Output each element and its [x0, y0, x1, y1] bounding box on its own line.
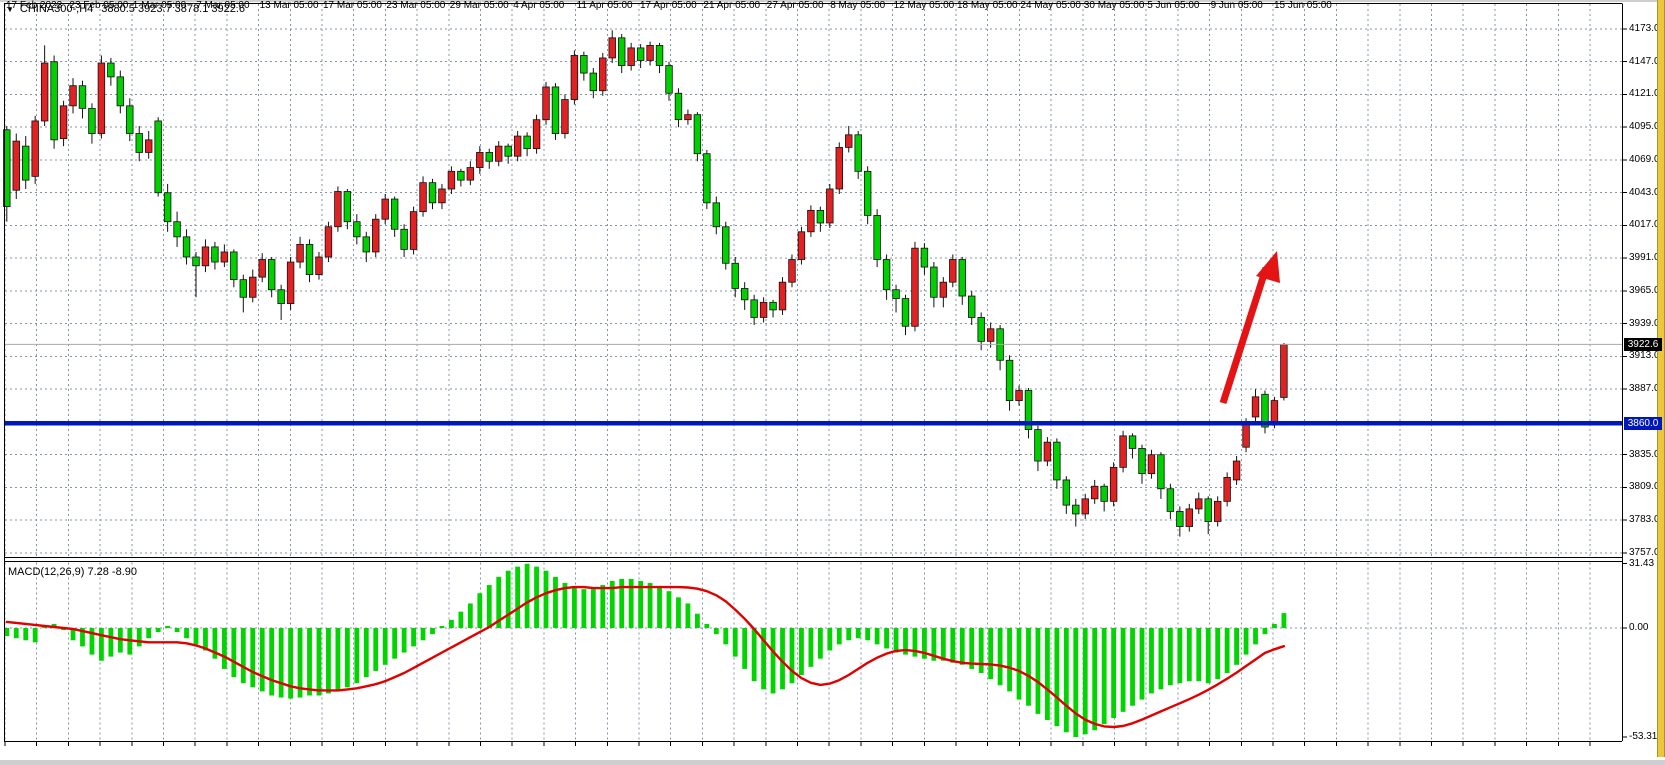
bullish-arrow-annotation[interactable] — [1223, 251, 1280, 403]
price-axis-label: 4095.0 — [1629, 121, 1660, 133]
candle-wicks — [7, 30, 1284, 536]
time-axis-label: 29 Mar 05:00 — [450, 0, 509, 12]
price-axis-label: 3913.0 — [1629, 350, 1660, 362]
time-axis-label: 23 Mar 05:00 — [386, 0, 445, 12]
axis-tick-marks — [5, 29, 1627, 746]
current-price-badge: 3922.6 — [1624, 338, 1662, 351]
time-axis-label: 17 Mar 05:00 — [323, 0, 382, 12]
window-bottom-edge — [0, 760, 1665, 765]
price-axis-label: 3835.0 — [1629, 449, 1660, 461]
macd-axis-label: 31.43 — [1629, 558, 1654, 570]
time-axis-label: 27 Apr 05:00 — [767, 0, 824, 12]
chart-canvas[interactable] — [0, 0, 1665, 765]
time-axis-label: 13 Mar 05:00 — [260, 0, 319, 12]
macd-histogram — [4, 564, 1286, 737]
time-axis-label: 5 Jun 05:00 — [1147, 0, 1199, 12]
macd-indicator-label: MACD(12,26,9) 7.28 -8.90 — [8, 566, 137, 578]
time-axis-label: 24 May 05:00 — [1020, 0, 1081, 12]
grid-lines — [5, 4, 1622, 741]
time-axis-label: 30 May 05:00 — [1084, 0, 1145, 12]
price-axis-label: 4043.0 — [1629, 187, 1660, 199]
time-axis-label: 12 May 05:00 — [894, 0, 955, 12]
price-axis-label: 3783.0 — [1629, 514, 1660, 526]
price-axis-label: 4069.0 — [1629, 154, 1660, 166]
time-axis-label: 15 Jun 05:00 — [1274, 0, 1332, 12]
time-axis-label: 18 May 05:00 — [957, 0, 1018, 12]
price-axis-label: 4121.0 — [1629, 88, 1660, 100]
price-axis-label: 4147.0 — [1629, 56, 1660, 68]
time-axis-label: 9 Jun 05:00 — [1211, 0, 1263, 12]
horizontal-line-price-badge[interactable]: 3860.0 — [1624, 417, 1662, 430]
price-axis-label: 4173.0 — [1629, 23, 1660, 35]
macd-axis-label: 0.00 — [1629, 622, 1648, 634]
price-axis-label: 3991.0 — [1629, 252, 1660, 264]
time-axis-label: 4 Apr 05:00 — [513, 0, 564, 12]
time-axis-label: 21 Apr 05:00 — [703, 0, 760, 12]
time-axis-label: 8 May 05:00 — [830, 0, 885, 12]
time-axis-label: 17 Apr 05:00 — [640, 0, 697, 12]
price-axis-label: 3887.0 — [1629, 383, 1660, 395]
price-axis-label: 3965.0 — [1629, 285, 1660, 297]
price-axis-label: 3809.0 — [1629, 481, 1660, 493]
price-axis-label: 4017.0 — [1629, 219, 1660, 231]
price-axis-label: 3939.0 — [1629, 318, 1660, 330]
chart-title-overlay: ▼ CHINA300-,H4 3880.5 3923.7 3878.1 3922… — [6, 3, 245, 15]
ohlc-quote-readout: 3880.5 3923.7 3878.1 3922.6 — [101, 3, 245, 15]
symbol-dropdown-icon[interactable]: ▼ — [6, 5, 14, 14]
chart-title: CHINA300-,H4 — [20, 3, 93, 15]
window-scroll-strip[interactable] — [1657, 0, 1665, 757]
time-axis-label: 11 Apr 05:00 — [577, 0, 633, 12]
trading-chart-window: ▼ CHINA300-,H4 3880.5 3923.7 3878.1 3922… — [0, 0, 1665, 765]
macd-axis-label: -53.31 — [1629, 731, 1657, 743]
